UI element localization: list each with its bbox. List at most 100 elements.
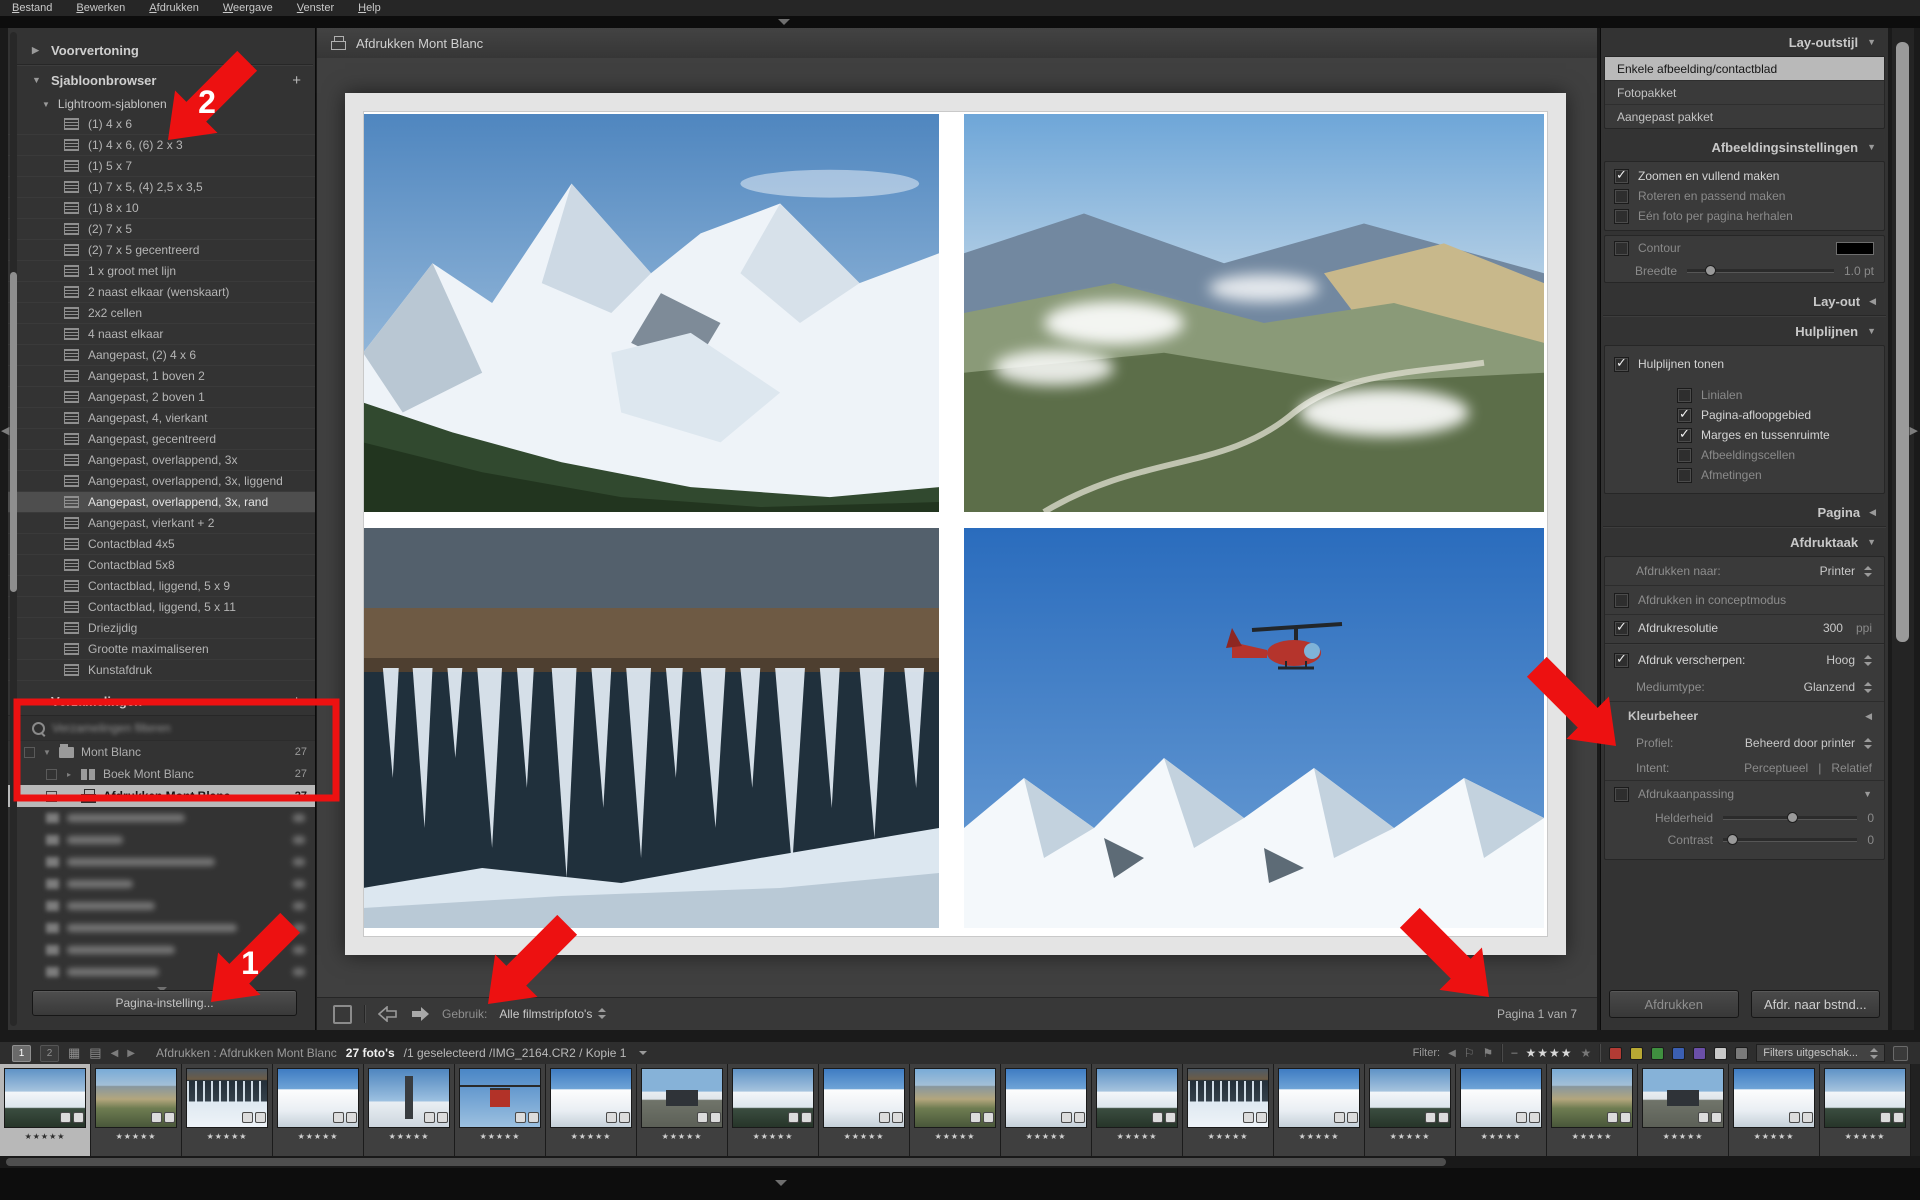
contour-color-swatch[interactable] (1836, 242, 1874, 255)
previous-page-icon[interactable] (378, 1006, 398, 1022)
menu-help[interactable]: Help (358, 2, 381, 14)
template-item[interactable]: 2 naast elkaar (wenskaart) (8, 282, 315, 303)
add-template-icon[interactable]: + (292, 72, 301, 89)
redacted-collection-item[interactable] (8, 961, 315, 983)
template-item[interactable]: (1) 4 x 6, (6) 2 x 3 (8, 135, 315, 156)
checkbox[interactable] (1614, 209, 1629, 224)
checkbox[interactable] (1677, 468, 1692, 483)
guide-option-row[interactable]: Marges en tussenruimte (1605, 425, 1884, 445)
redacted-collection-item[interactable] (8, 939, 315, 961)
thumbnail-rating[interactable]: ★★★★★ (1092, 1132, 1182, 1141)
thumbnail-rating[interactable]: ★★★★★ (1547, 1132, 1637, 1141)
breadcrumb[interactable]: Afdrukken : Afdrukken Mont Blanc (156, 1046, 337, 1060)
filmstrip-thumbnail[interactable]: ★★★★★ (182, 1064, 273, 1156)
guide-option-row[interactable]: Afmetingen (1605, 465, 1884, 485)
print-to-dropdown[interactable]: Printer (1820, 564, 1855, 578)
color-filter-gray[interactable] (1735, 1047, 1748, 1060)
template-item[interactable]: Kunstafdruk (8, 660, 315, 681)
next-page-icon[interactable] (410, 1006, 430, 1022)
template-item[interactable]: Contactblad, liggend, 5 x 11 (8, 597, 315, 618)
thumbnail-rating[interactable]: ★★★★★ (364, 1132, 454, 1141)
template-item[interactable]: 4 naast elkaar (8, 324, 315, 345)
contour-row[interactable]: Contour (1605, 236, 1884, 260)
checkbox[interactable] (1677, 388, 1692, 403)
show-guides-row[interactable]: Hulplijnen tonen (1605, 351, 1884, 377)
filmstrip-thumbnail[interactable]: ★★★★★ (546, 1064, 637, 1156)
thumbnail-rating[interactable]: ★★★★★ (1365, 1132, 1455, 1141)
filmstrip-thumbnail[interactable]: ★★★★★ (819, 1064, 910, 1156)
layout-style-option[interactable]: Enkele afbeelding/contactblad (1605, 57, 1884, 81)
filmstrip-thumbnail[interactable]: ★★★★★ (1365, 1064, 1456, 1156)
color-filter-blue[interactable] (1672, 1047, 1685, 1060)
previous-photo-icon[interactable]: ◀ (111, 1048, 119, 1059)
thumbnail-rating[interactable]: ★★★★★ (637, 1132, 727, 1141)
redacted-collection-item[interactable] (8, 829, 315, 851)
filmstrip-thumbnail[interactable]: ★★★★★ (0, 1064, 91, 1156)
draft-mode-row[interactable]: Afdrukken in conceptmodus (1605, 586, 1884, 615)
filmstrip-thumbnail[interactable]: ★★★★★ (910, 1064, 1001, 1156)
rating-stars-filter[interactable]: ★★★★ (1525, 1046, 1572, 1060)
color-filter-purple[interactable] (1693, 1047, 1706, 1060)
window-primary-button[interactable]: 1 (12, 1045, 31, 1062)
redacted-collection-item[interactable] (8, 917, 315, 939)
add-collection-icon[interactable]: + (292, 693, 301, 710)
page-setup-button[interactable]: Pagina-instelling... (32, 990, 297, 1016)
template-item[interactable]: (1) 5 x 7 (8, 156, 315, 177)
filmstrip-thumbnail[interactable]: ★★★★★ (1274, 1064, 1365, 1156)
grid-view-icon[interactable]: ▦ (68, 1045, 80, 1061)
layout-style-option[interactable]: Fotopakket (1605, 81, 1884, 105)
next-photo-icon[interactable]: ▶ (127, 1048, 135, 1059)
resolution-value[interactable]: 300 (1823, 621, 1843, 635)
thumbnail-rating[interactable]: ★★★★★ (728, 1132, 818, 1141)
template-item[interactable]: (2) 7 x 5 (8, 219, 315, 240)
thumbnail-rating[interactable]: ★★★★★ (546, 1132, 636, 1141)
template-item[interactable]: Aangepast, 1 boven 2 (8, 366, 315, 387)
template-item[interactable]: 2x2 cellen (8, 303, 315, 324)
template-item[interactable]: (1) 8 x 10 (8, 198, 315, 219)
checkbox[interactable] (1677, 448, 1692, 463)
profile-dropdown[interactable]: Beheerd door printer (1745, 736, 1855, 750)
checkbox[interactable] (1614, 169, 1629, 184)
thumbnail-rating[interactable]: ★★★★★ (910, 1132, 1000, 1141)
filter-switch[interactable] (1893, 1046, 1908, 1061)
collection-checkbox[interactable] (46, 769, 57, 780)
print-button[interactable]: Afdrukken (1609, 990, 1739, 1018)
thumbnail-rating[interactable]: ★★★★★ (1274, 1132, 1364, 1141)
thumbnail-rating[interactable]: ★★★★★ (1183, 1132, 1273, 1141)
thumbnail-rating[interactable]: ★★★★★ (1638, 1132, 1728, 1141)
layout-style-header[interactable]: Lay-outstijl ▼ (1601, 28, 1888, 56)
template-item[interactable]: Aangepast, overlappend, 3x, rand (8, 492, 315, 513)
template-item[interactable]: Contactblad 5x8 (8, 555, 315, 576)
flag-pick-icon[interactable]: ⚐ (1464, 1046, 1475, 1060)
rating-operator-icon[interactable]: – (1511, 1047, 1517, 1059)
template-item[interactable]: (1) 7 x 5, (4) 2,5 x 3,5 (8, 177, 315, 198)
menu-bestand[interactable]: Bestand (12, 2, 52, 14)
slider-knob[interactable] (1787, 812, 1798, 823)
disclosure-icon[interactable]: ▸ (64, 792, 74, 801)
thumbnail-rating[interactable]: ★★★★★ (455, 1132, 545, 1141)
intent-relative-option[interactable]: Relatief (1831, 761, 1872, 775)
collection-checkbox[interactable] (46, 791, 57, 802)
image-setting-row[interactable]: Zoomen en vullend maken (1605, 166, 1884, 186)
template-item[interactable]: (1) 4 x 6 (8, 114, 315, 135)
filmstrip-thumbnail[interactable]: ★★★★★ (1183, 1064, 1274, 1156)
image-setting-row[interactable]: Roteren en passend maken (1605, 186, 1884, 206)
template-item[interactable]: Aangepast, gecentreerd (8, 429, 315, 450)
template-item[interactable]: Grootte maximaliseren (8, 639, 315, 660)
window-secondary-button[interactable]: 2 (40, 1045, 59, 1062)
thumbnail-rating[interactable]: ★★★★★ (819, 1132, 909, 1141)
menu-venster[interactable]: Venster (297, 2, 334, 14)
checkbox[interactable] (1677, 428, 1692, 443)
filmstrip-thumbnail[interactable]: ★★★★★ (91, 1064, 182, 1156)
filmstrip-thumbnail[interactable]: ★★★★★ (1092, 1064, 1183, 1156)
redacted-collection-item[interactable] (8, 807, 315, 829)
print-to-file-button[interactable]: Afdr. naar bstnd... (1751, 990, 1881, 1018)
template-browser-header[interactable]: ▼ Sjabloonbrowser + (8, 66, 315, 94)
template-item[interactable]: 1 x groot met lijn (8, 261, 315, 282)
filmstrip-thumbnail[interactable]: ★★★★★ (364, 1064, 455, 1156)
menu-weergave[interactable]: Weergave (223, 2, 273, 14)
disclosure-icon[interactable]: ▸ (64, 770, 74, 779)
contour-width-slider[interactable] (1687, 269, 1834, 273)
template-item[interactable]: Aangepast, 2 boven 1 (8, 387, 315, 408)
checkbox[interactable] (1614, 357, 1629, 372)
